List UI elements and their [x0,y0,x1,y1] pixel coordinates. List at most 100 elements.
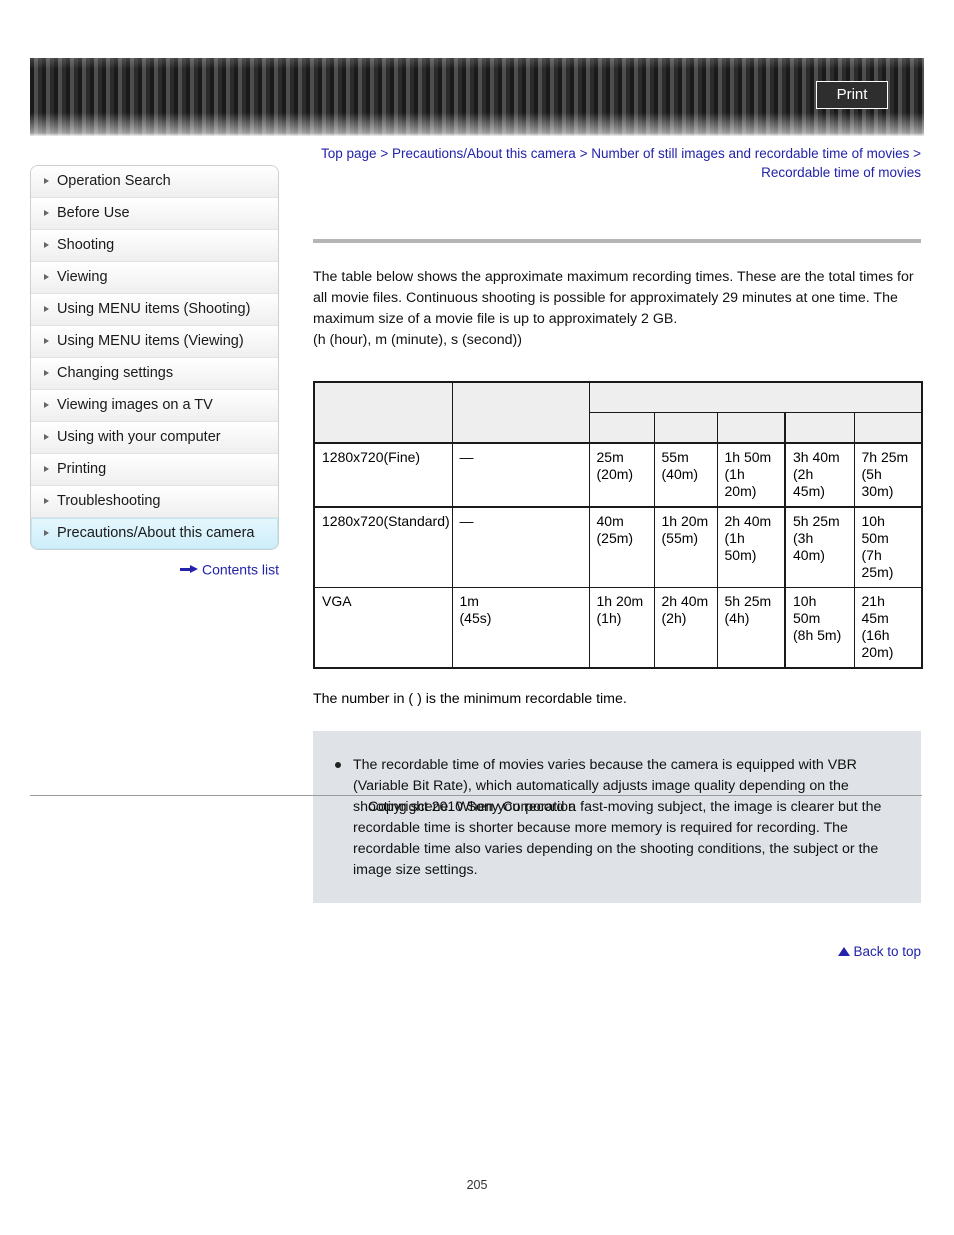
minimum-time-note: The number in ( ) is the minimum recorda… [313,691,627,707]
chevron-right-icon [44,498,49,504]
row-label-1280x720-standard: 1280x720(Standard) [313,506,453,588]
cell-vga-c3: 5h 25m (4h) [716,587,786,669]
cell-1280x720-fine-c2: 55m (40m) [653,442,718,508]
print-button[interactable]: Print [816,81,888,109]
sidebar-item-label: Printing [57,461,107,477]
recordable-time-table: 1280x720(Fine) — 25m (20m) 55m (40m) 1h … [313,381,924,669]
table-header-cell-capacity-2 [653,412,718,444]
sidebar-item-troubleshooting[interactable]: Troubleshooting [31,486,278,518]
sidebar-item-label: Troubleshooting [57,493,161,509]
sidebar-item-changing-settings[interactable]: Changing settings [31,358,278,390]
breadcrumb-link-number-of-still-images[interactable]: Number of still images and recordable ti… [591,146,909,161]
cell-1280x720-standard-c5: 10h 50m (7h 25m) [853,506,923,588]
table-row: VGA 1m (45s) 1h 20m (1h) 2h 40m (2h) 5h … [313,587,923,669]
chevron-right-icon [44,242,49,248]
chevron-right-icon [44,402,49,408]
back-to-top-link[interactable]: Back to top [313,943,921,959]
table-header-row-1 [313,381,923,444]
sidebar-item-precautions-about-this-camera[interactable]: Precautions/About this camera [31,518,278,549]
intro-paragraph: The table below shows the approximate ma… [313,267,921,351]
sidebar-item-label: Viewing [57,269,108,285]
back-to-top-label: Back to top [853,943,921,959]
table-header-cell-capacity-1 [588,412,655,444]
bullet-icon [335,762,341,768]
sidebar-item-using-menu-items-shooting[interactable]: Using MENU items (Shooting) [31,294,278,326]
breadcrumb-link-precautions[interactable]: Precautions/About this camera [392,146,576,161]
main-content: Top page > Precautions/About this camera… [313,144,924,959]
note-callout-box: The recordable time of movies varies bec… [313,731,921,903]
cell-1280x720-standard-internal: — [451,506,590,588]
table-row: 1280x720(Fine) — 25m (20m) 55m (40m) 1h … [313,442,923,508]
sidebar-item-label: Using MENU items (Shooting) [57,301,251,317]
breadcrumb: Top page > Precautions/About this camera… [313,144,921,182]
chevron-right-icon [44,466,49,472]
sidebar-item-before-use[interactable]: Before Use [31,198,278,230]
cell-vga-internal: 1m (45s) [451,587,590,669]
chevron-right-icon [44,306,49,312]
table-header-cell-internal-memory [451,381,590,444]
breadcrumb-separator: > [376,146,392,161]
chevron-right-icon [44,370,49,376]
sidebar-item-label: Viewing images on a TV [57,397,213,413]
sidebar-item-viewing[interactable]: Viewing [31,262,278,294]
page-number: 205 [466,1178,488,1192]
breadcrumb-link-recordable-time-of-movies[interactable]: Recordable time of movies [761,165,921,180]
sidebar-item-using-menu-items-viewing[interactable]: Using MENU items (Viewing) [31,326,278,358]
contents-list-label: Contents list [201,561,279,578]
sidebar-item-label: Shooting [57,237,115,253]
cell-1280x720-fine-c3: 1h 50m (1h 20m) [716,442,786,508]
table-header-cell-blank-corner [313,381,453,444]
cell-1280x720-standard-c2: 1h 20m (55m) [653,506,718,588]
cell-1280x720-standard-c4: 5h 25m (3h 40m) [784,506,855,588]
chevron-right-icon [44,178,49,184]
sidebar-item-label: Before Use [57,205,130,221]
cell-1280x720-fine-internal: — [451,442,590,508]
note-bullet-item: The recordable time of movies varies bec… [335,755,895,881]
copyright-text: Copyright 2010 Sony Corporation [368,798,576,814]
sidebar-item-label: Using with your computer [57,429,221,445]
row-label-vga: VGA [313,587,453,669]
cell-vga-c4: 10h 50m (8h 5m) [784,587,855,669]
sidebar-item-printing[interactable]: Printing [31,454,278,486]
cell-1280x720-fine-c1: 25m (20m) [588,442,655,508]
section-divider [313,239,921,243]
cell-vga-c5: 21h 45m (16h 20m) [853,587,923,669]
sidebar-item-shooting[interactable]: Shooting [31,230,278,262]
sidebar-item-label: Changing settings [57,365,174,381]
chevron-right-icon [44,210,49,216]
sidebar-item-operation-search[interactable]: Operation Search [31,166,278,198]
cell-1280x720-fine-c4: 3h 40m (2h 45m) [784,442,855,508]
cell-1280x720-standard-c3: 2h 40m (1h 50m) [716,506,786,588]
intro-line-2: (h (hour), m (minute), s (second)) [313,332,522,348]
cell-1280x720-standard-c1: 40m (25m) [588,506,655,588]
triangle-up-icon [838,946,851,956]
table-header-cell-capacity-5 [853,412,923,444]
arrow-right-icon [179,564,198,574]
page-banner: Print [30,58,924,136]
cell-1280x720-fine-c5: 7h 25m (5h 30m) [853,442,923,508]
breadcrumb-link-top-page[interactable]: Top page [321,146,377,161]
table-header-cell-capacity-3 [716,412,786,444]
breadcrumb-separator: > [909,146,921,161]
sidebar-nav: Operation Search Before Use Shooting Vie… [30,165,279,550]
chevron-right-icon [44,530,49,536]
sidebar-item-using-with-your-computer[interactable]: Using with your computer [31,422,278,454]
table-row: 1280x720(Standard) — 40m (25m) 1h 20m (5… [313,506,923,588]
table-header-cell-memory-card-group [588,381,923,413]
sidebar-item-label: Operation Search [57,173,171,189]
table-header-cell-capacity-4 [784,412,855,444]
chevron-right-icon [44,434,49,440]
chevron-right-icon [44,338,49,344]
intro-line-1: The table below shows the approximate ma… [313,269,914,327]
breadcrumb-separator: > [575,146,592,161]
footer-divider [30,795,922,796]
note-bullet-text: The recordable time of movies varies bec… [353,757,882,878]
contents-list-link[interactable]: Contents list [30,560,279,577]
cell-vga-c2: 2h 40m (2h) [653,587,718,669]
row-label-1280x720-fine: 1280x720(Fine) [313,442,453,508]
sidebar-item-label: Using MENU items (Viewing) [57,333,244,349]
sidebar-item-label: Precautions/About this camera [57,525,255,541]
cell-vga-c1: 1h 20m (1h) [588,587,655,669]
chevron-right-icon [44,274,49,280]
sidebar-item-viewing-images-on-a-tv[interactable]: Viewing images on a TV [31,390,278,422]
